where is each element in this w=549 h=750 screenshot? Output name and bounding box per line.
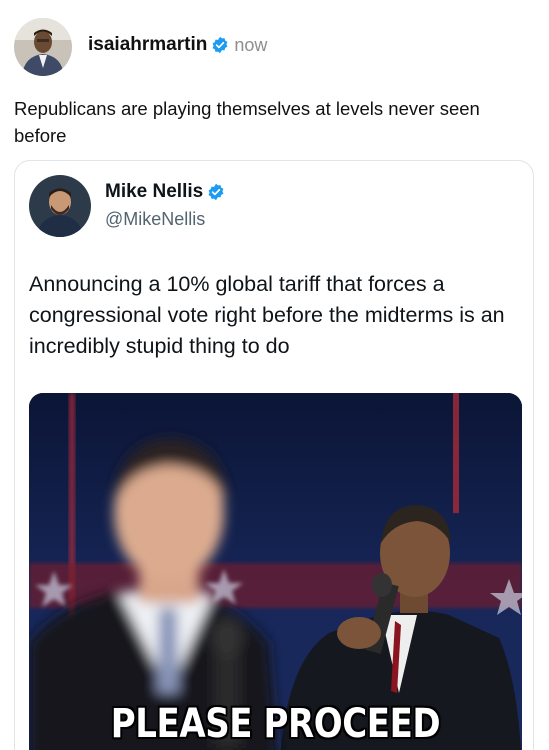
quoted-post-card[interactable]: Mike Nellis @MikeNellis Announcing a 10%… — [14, 160, 534, 750]
post-time: now — [234, 34, 268, 55]
quoted-handle[interactable]: @MikeNellis — [105, 209, 225, 230]
meme-caption: PLEASE PROCEED — [110, 701, 441, 747]
quoted-avatar[interactable] — [29, 175, 91, 237]
avatar[interactable] — [14, 18, 72, 76]
quoted-post-header: Mike Nellis @MikeNellis — [29, 175, 225, 237]
post-author-row: isaiahrmartin now — [88, 34, 267, 56]
post-text: Republicans are playing themselves at le… — [14, 98, 480, 146]
verified-badge-icon — [211, 36, 229, 54]
quoted-author: Mike Nellis @MikeNellis — [105, 181, 225, 237]
post-header: isaiahrmartin now — [14, 18, 267, 76]
quoted-name[interactable]: Mike Nellis — [105, 181, 203, 203]
post-username[interactable]: isaiahrmartin — [88, 34, 207, 56]
quoted-text: Announcing a 10% global tariff that forc… — [29, 272, 505, 358]
meme-image[interactable]: PLEASE PROCEED — [29, 393, 522, 750]
verified-badge-icon — [207, 183, 225, 201]
